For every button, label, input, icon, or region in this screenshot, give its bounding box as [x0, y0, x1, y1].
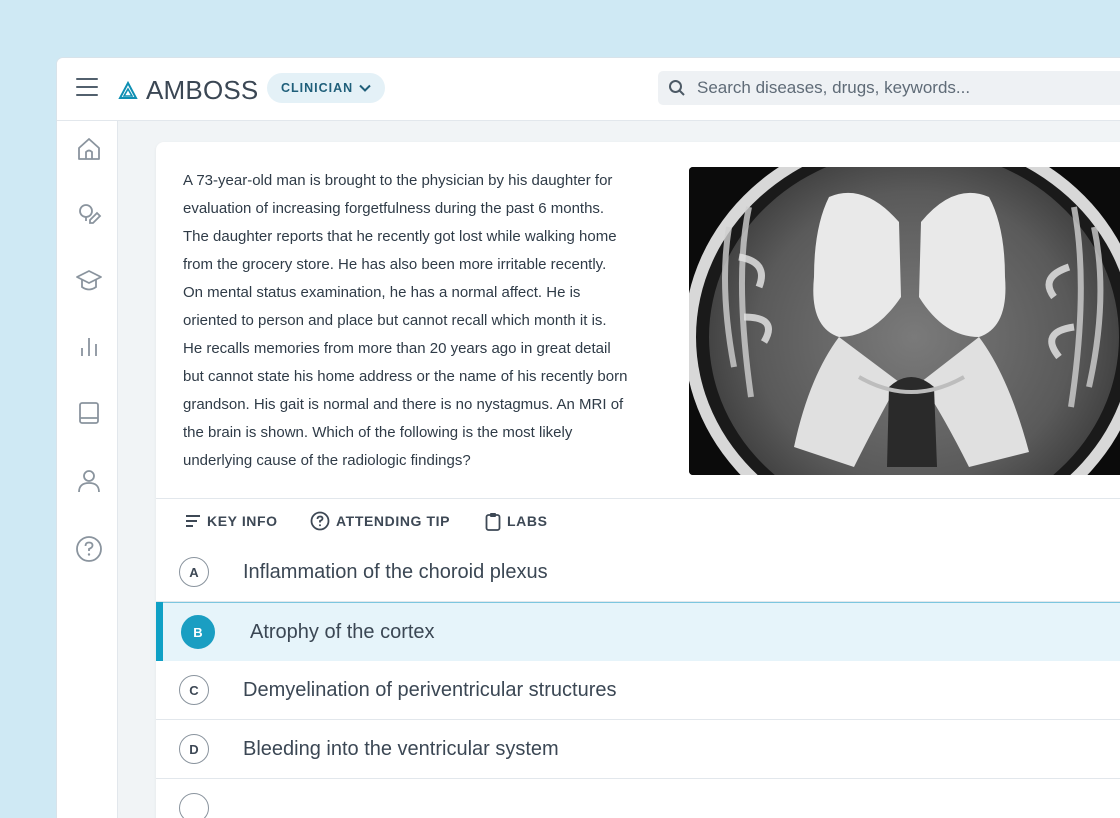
question-line: oriented to person and place but cannot … [183, 312, 607, 329]
question-line: grandson. His gait is normal and there i… [183, 396, 624, 413]
selected-indicator [156, 602, 163, 662]
answer-option-d[interactable]: D Bleeding into the ventricular system [156, 720, 1120, 779]
book-icon[interactable] [75, 399, 103, 427]
app-window: AMBOSS CLINICIAN Search diseases, drugs,… [57, 58, 1120, 818]
question-card: A 73-year-old man is brought to the phys… [156, 142, 1120, 818]
question-line: evaluation of increasing forgetfulness d… [183, 200, 605, 217]
key-info-icon [186, 515, 200, 527]
user-icon[interactable] [75, 467, 103, 495]
menu-icon[interactable] [76, 78, 98, 96]
brand-name: AMBOSS [146, 75, 259, 105]
question-stem: A 73-year-old man is brought to the phys… [183, 167, 663, 475]
key-info-button[interactable]: KEY INFO [185, 499, 278, 543]
answer-letter: A [179, 557, 209, 587]
answer-option-a[interactable]: A Inflammation of the choroid plexus [156, 543, 1120, 602]
answer-letter: D [179, 734, 209, 764]
graduation-cap-icon[interactable] [75, 267, 103, 295]
answer-text: Demyelination of periventricular structu… [243, 678, 617, 701]
bar-chart-icon[interactable] [75, 333, 103, 361]
mri-image[interactable] [689, 167, 1120, 475]
answer-letter [179, 793, 209, 818]
answer-letter: B [181, 615, 215, 649]
question-line: He recalls memories from more than 20 ye… [183, 340, 611, 357]
logo[interactable]: AMBOSS [118, 75, 258, 106]
brain-mri-picture [689, 167, 1120, 475]
search-icon [669, 80, 685, 96]
answer-option-c[interactable]: C Demyelination of periventricular struc… [156, 661, 1120, 720]
key-info-label: KEY INFO [207, 513, 278, 529]
sidebar [57, 121, 118, 818]
role-dropdown[interactable]: CLINICIAN [267, 73, 386, 103]
attending-tip-label: ATTENDING TIP [336, 513, 451, 529]
home-icon[interactable] [75, 135, 103, 163]
labs-label: LABS [507, 513, 548, 529]
question-line: underlying cause of the radiologic findi… [183, 452, 471, 469]
amboss-logo-icon [118, 80, 138, 99]
chevron-down-icon [359, 84, 371, 92]
question-line: from the grocery store. He has also been… [183, 256, 607, 273]
search-input[interactable] [695, 77, 1119, 99]
answer-text: Bleeding into the ventricular system [243, 737, 559, 760]
question-circle-icon [310, 511, 330, 531]
question-line: On mental status examination, he has a n… [183, 284, 581, 301]
answer-letter: C [179, 675, 209, 705]
answer-option-b[interactable]: B Atrophy of the cortex [156, 602, 1120, 662]
top-bar: AMBOSS CLINICIAN [57, 58, 1120, 121]
question-line: The daughter reports that he recently go… [183, 228, 617, 245]
answer-text: Atrophy of the cortex [250, 620, 435, 643]
question-line: A 73-year-old man is brought to the phys… [183, 172, 613, 189]
question-line: but cannot state his home address or the… [183, 368, 628, 385]
labs-button[interactable]: LABS [485, 499, 548, 543]
attending-tip-button[interactable]: ATTENDING TIP [310, 499, 450, 543]
question-line: the brain is shown. Which of the followi… [183, 424, 573, 441]
clipboard-icon [485, 512, 501, 531]
help-icon[interactable] [75, 535, 103, 563]
answer-text: Inflammation of the choroid plexus [243, 560, 548, 583]
role-label: CLINICIAN [281, 81, 354, 95]
question-toolbar: KEY INFO ATTENDING TIP LABS [156, 498, 1120, 544]
search-bar[interactable] [658, 71, 1120, 105]
stethoscope-icon[interactable] [75, 201, 103, 229]
answer-option-partial[interactable] [156, 779, 1120, 818]
